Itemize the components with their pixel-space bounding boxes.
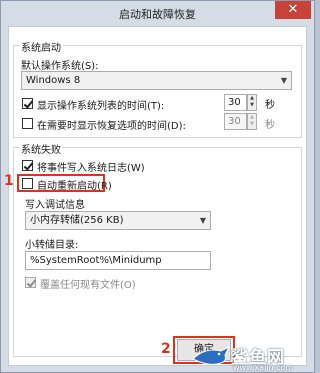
write-event-checkbox[interactable]	[22, 160, 33, 171]
write-event-label: 将事件写入系统日志(W)	[37, 163, 145, 174]
dump-type-value: 小内存转储(256 KB)	[30, 215, 124, 226]
watermark: 鲨鱼网 www.xajjn.com	[191, 341, 316, 373]
chevron-down-icon: ▼	[199, 216, 206, 225]
dump-type-select[interactable]: 小内存转储(256 KB) ▼	[25, 211, 211, 230]
show-os-list-spin[interactable]: ▲ ▼	[247, 94, 257, 111]
overwrite-checkbox	[25, 277, 36, 288]
window-title: 启动和故障恢复	[119, 8, 196, 21]
spin-up-icon[interactable]: ▲	[248, 95, 256, 102]
spin-up-icon: ▲	[250, 114, 254, 120]
show-recovery-label: 在需要时显示恢复选项的时间(D):	[37, 121, 186, 132]
watermark-url: www.xajjn.com	[233, 363, 294, 372]
title-bar: 启动和故障恢复 ✕	[1, 1, 314, 25]
spin-down-icon: ▼	[250, 121, 254, 127]
show-os-list-unit: 秒	[265, 100, 275, 111]
show-recovery-spin: ▲ ▼	[247, 113, 257, 130]
step-marker-2: 2	[161, 341, 171, 357]
dump-dir-input[interactable]: %SystemRoot%\Minidump	[25, 251, 211, 270]
chevron-down-icon: ▼	[280, 76, 287, 85]
show-os-list-seconds[interactable]: 30	[224, 94, 247, 111]
default-os-select[interactable]: Windows 8 ▼	[21, 71, 292, 90]
auto-restart-checkbox[interactable]	[22, 178, 33, 189]
show-recovery-seconds: 30	[224, 113, 247, 130]
dump-dir-label: 小转储目录:	[25, 240, 79, 251]
auto-restart-label: 自动重新启动(R)	[37, 181, 112, 192]
system-failure-title: 系统失败	[19, 141, 63, 156]
show-recovery-unit: 秒	[265, 120, 275, 131]
system-startup-title: 系统启动	[19, 39, 63, 54]
dialog-content: 系统启动 默认操作系统(S): Windows 8 ▼ 显示操作系统列表的时间(…	[8, 26, 307, 366]
show-os-list-label: 显示操作系统列表的时间(T):	[37, 101, 165, 112]
close-icon: ✕	[287, 2, 299, 17]
shark-logo-icon	[192, 345, 231, 365]
show-os-list-checkbox[interactable]	[22, 98, 33, 109]
overwrite-label: 覆盖任何现有文件(O)	[40, 280, 136, 291]
close-button[interactable]: ✕	[275, 1, 311, 19]
dialog-window: 启动和故障恢复 ✕ 系统启动 默认操作系统(S): Windows 8 ▼ 显示…	[0, 0, 315, 373]
spin-down-icon[interactable]: ▼	[248, 102, 256, 109]
debug-info-title: 写入调试信息	[25, 200, 85, 211]
step-marker-1: 1	[4, 173, 14, 189]
default-os-label: 默认操作系统(S):	[21, 61, 99, 72]
show-recovery-checkbox[interactable]	[22, 118, 33, 129]
default-os-value: Windows 8	[26, 75, 81, 86]
